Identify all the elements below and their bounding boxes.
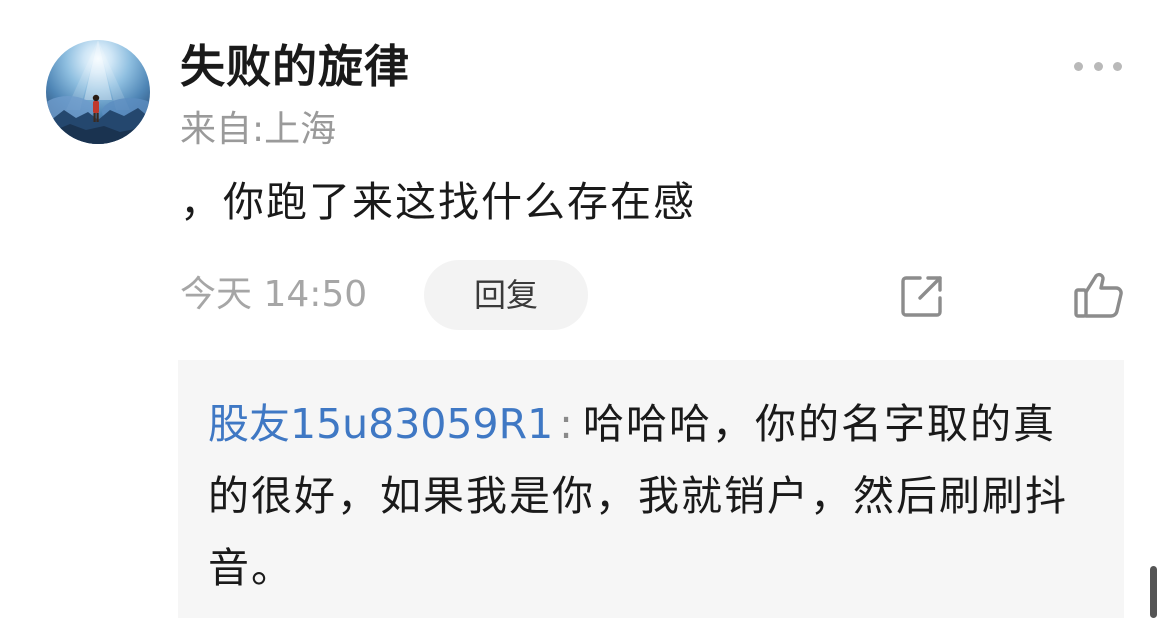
avatar[interactable] <box>46 40 150 144</box>
share-icon[interactable] <box>898 272 946 320</box>
comment-text: ，你跑了来这找什么存在感 <box>180 178 696 226</box>
username[interactable]: 失败的旋律 <box>180 38 410 96</box>
comment-page: 失败的旋律 来自:上海 ，你跑了来这找什么存在感 今天 14:50 回复 股友1… <box>0 0 1170 618</box>
more-dot <box>1074 61 1083 71</box>
comment-timestamp: 今天 14:50 <box>180 274 368 315</box>
location-label: 来自:上海 <box>180 109 337 150</box>
more-dot <box>1113 61 1122 71</box>
reply-colon: : <box>559 400 575 448</box>
avatar-image <box>46 40 150 144</box>
nested-reply: 股友15u83059R1: 哈哈哈，你的名字取的真的很好，如果我是你，我就销户，然… <box>208 388 1098 604</box>
more-dots-icon[interactable] <box>1074 58 1122 74</box>
more-dot <box>1093 61 1103 71</box>
nested-reply-box: 股友15u83059R1: 哈哈哈，你的名字取的真的很好，如果我是你，我就销户，然… <box>178 360 1124 618</box>
reply-author-link[interactable]: 股友15u83059R1 <box>208 400 553 448</box>
thumbs-up-icon[interactable] <box>1072 270 1126 320</box>
reply-button[interactable]: 回复 <box>424 260 588 330</box>
scrollbar[interactable] <box>1150 566 1157 618</box>
